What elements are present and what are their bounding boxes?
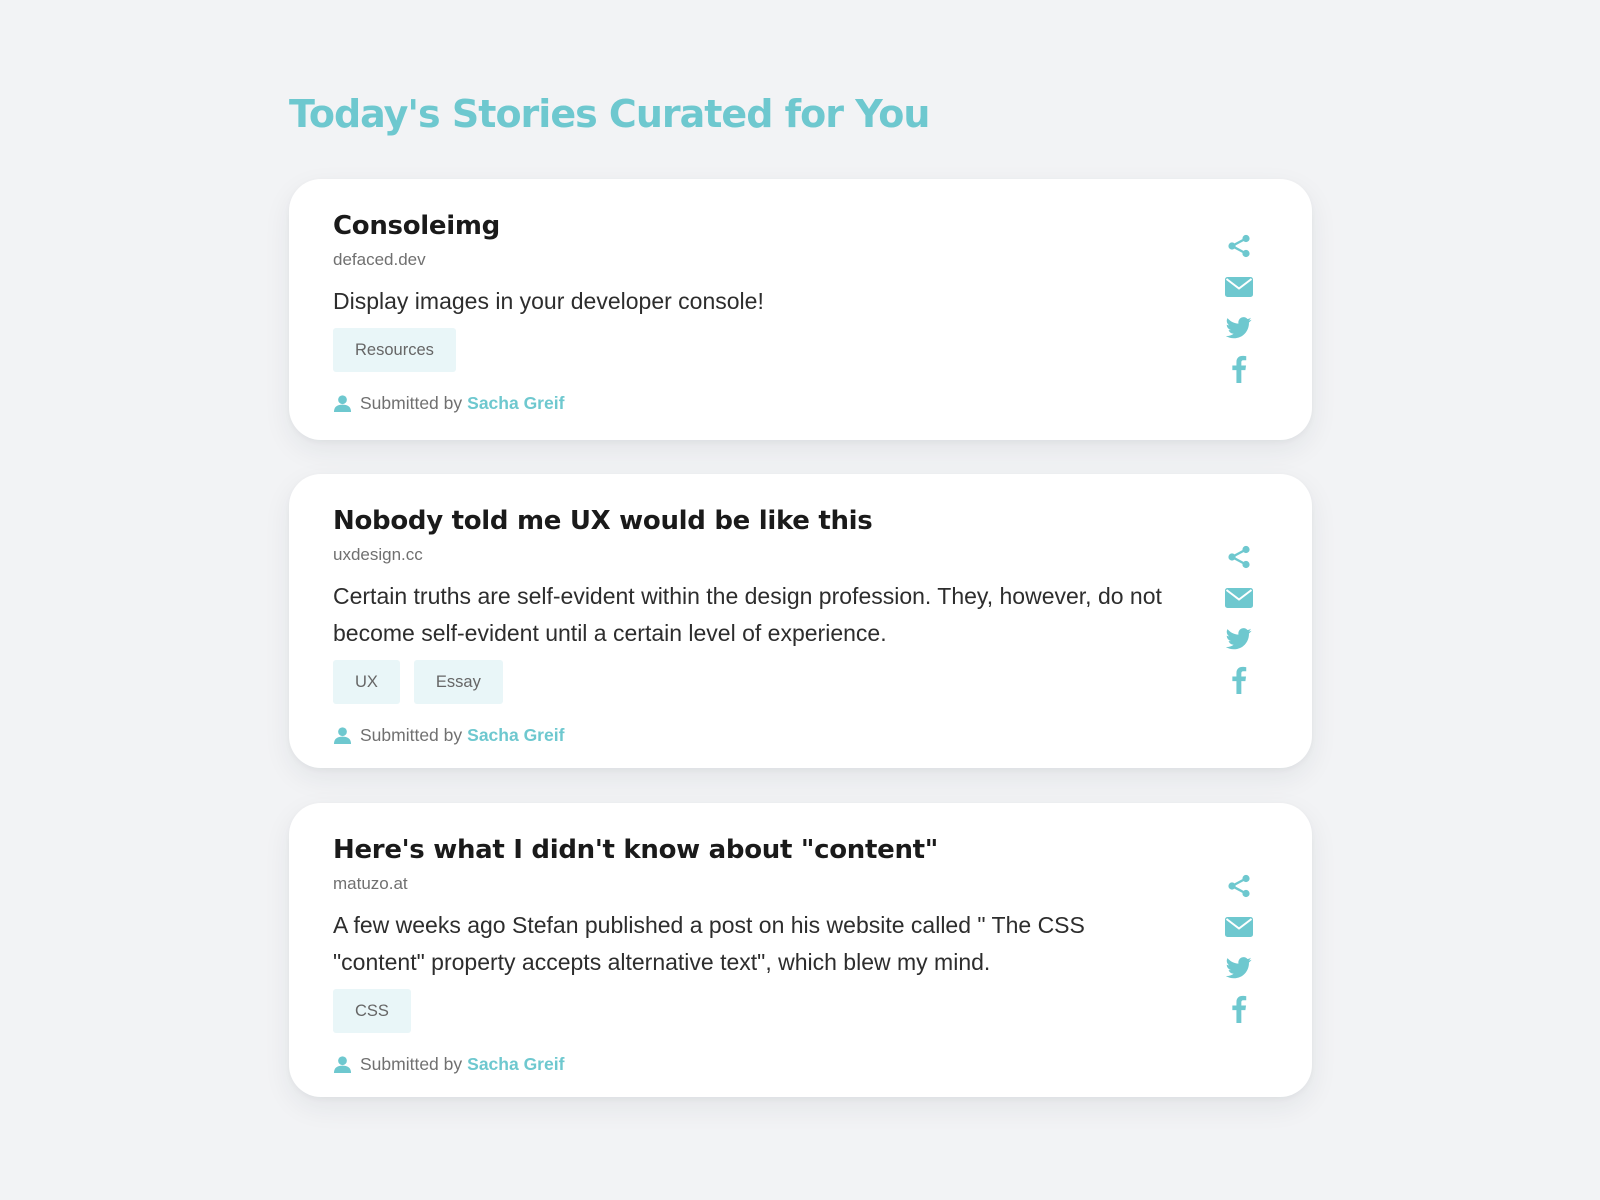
- story-domain[interactable]: defaced.dev: [333, 250, 1163, 270]
- tag-list: UX Essay: [333, 660, 1163, 704]
- user-icon: [333, 394, 352, 413]
- story-title-link[interactable]: Here's what I didn't know about "content…: [333, 833, 1163, 867]
- tag-list: CSS: [333, 989, 1163, 1033]
- story-card: Consoleimg defaced.dev Display images in…: [289, 179, 1312, 440]
- author-link[interactable]: Sacha Greif: [467, 393, 564, 413]
- tag-list: Resources: [333, 328, 1163, 372]
- story-domain[interactable]: matuzo.at: [333, 874, 1163, 894]
- author-link[interactable]: Sacha Greif: [467, 1054, 564, 1074]
- story-title-link[interactable]: Nobody told me UX would be like this: [333, 504, 1163, 538]
- tag[interactable]: Essay: [413, 660, 503, 704]
- story-title-link[interactable]: Consoleimg: [333, 209, 1163, 243]
- share-actions: [1224, 542, 1254, 706]
- email-icon[interactable]: [1224, 583, 1254, 613]
- submitted-by-label: Submitted by: [360, 1054, 463, 1074]
- facebook-icon[interactable]: [1224, 994, 1254, 1024]
- page-title: Today's Stories Curated for You: [289, 92, 930, 136]
- submitted-by: Submitted by Sacha Greif: [333, 725, 1163, 745]
- story-card: Here's what I didn't know about "content…: [289, 803, 1312, 1097]
- story-content: Consoleimg defaced.dev Display images in…: [333, 209, 1163, 413]
- user-icon: [333, 726, 352, 745]
- facebook-icon[interactable]: [1224, 354, 1254, 384]
- page: Today's Stories Curated for You Consolei…: [0, 0, 1600, 1200]
- story-description: A few weeks ago Stefan published a post …: [333, 912, 1085, 975]
- tag[interactable]: Resources: [333, 328, 456, 372]
- user-icon: [333, 1055, 352, 1074]
- twitter-icon[interactable]: [1224, 313, 1254, 343]
- email-icon[interactable]: [1224, 272, 1254, 302]
- share-icon[interactable]: [1224, 871, 1254, 901]
- author-link[interactable]: Sacha Greif: [467, 725, 564, 745]
- submitted-by: Submitted by Sacha Greif: [333, 393, 1163, 413]
- twitter-icon[interactable]: [1224, 624, 1254, 654]
- tag[interactable]: UX: [333, 660, 400, 704]
- facebook-icon[interactable]: [1224, 665, 1254, 695]
- story-domain[interactable]: uxdesign.cc: [333, 545, 1163, 565]
- share-actions: [1224, 871, 1254, 1035]
- tag[interactable]: CSS: [333, 989, 411, 1033]
- submitted-by: Submitted by Sacha Greif: [333, 1054, 1163, 1074]
- submitted-by-label: Submitted by: [360, 393, 463, 413]
- story-content: Here's what I didn't know about "content…: [333, 833, 1163, 1074]
- share-icon[interactable]: [1224, 231, 1254, 261]
- email-icon[interactable]: [1224, 912, 1254, 942]
- story-content: Nobody told me UX would be like this uxd…: [333, 504, 1163, 745]
- twitter-icon[interactable]: [1224, 953, 1254, 983]
- story-card: Nobody told me UX would be like this uxd…: [289, 474, 1312, 768]
- share-actions: [1224, 231, 1254, 395]
- share-icon[interactable]: [1224, 542, 1254, 572]
- story-description: Certain truths are self-evident within t…: [333, 583, 1162, 646]
- submitted-by-label: Submitted by: [360, 725, 463, 745]
- story-description: Display images in your developer console…: [333, 288, 764, 314]
